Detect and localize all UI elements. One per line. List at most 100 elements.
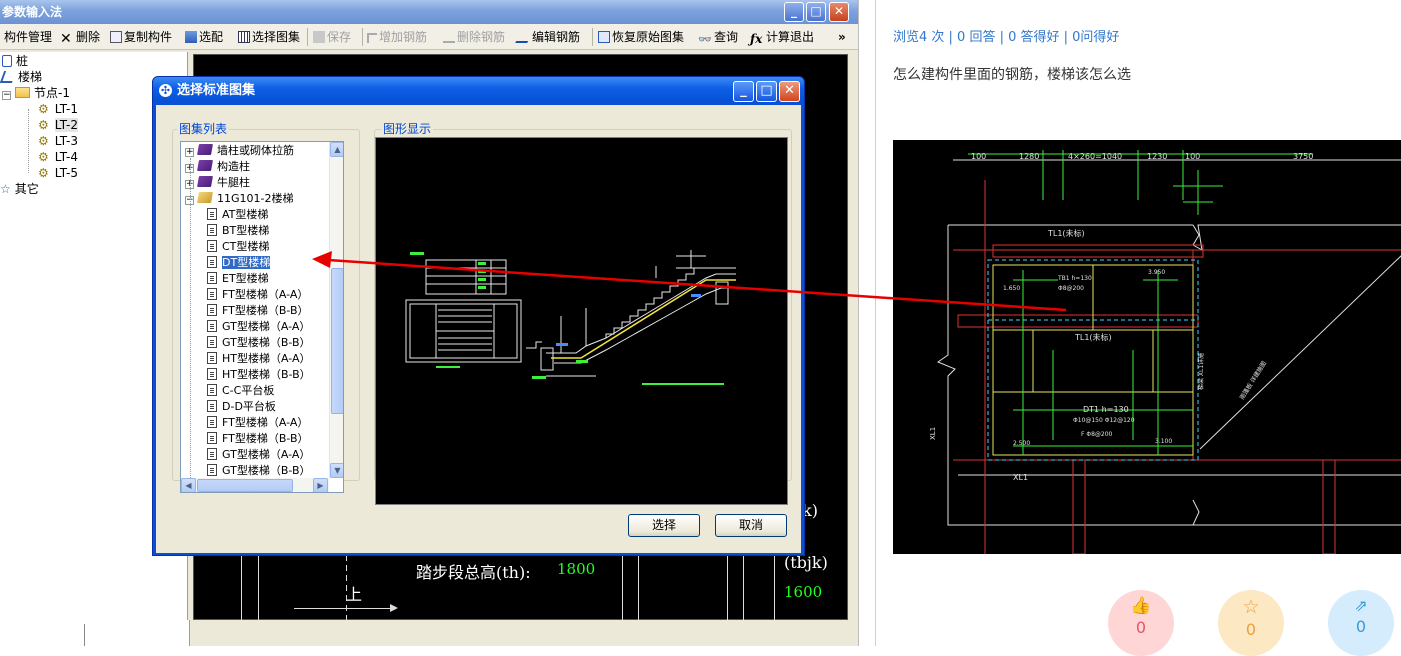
gear-icon: ⚙ [38, 118, 49, 132]
svg-text:TB1 h=130: TB1 h=130 [1057, 275, 1092, 282]
atlas-list-item[interactable]: CT型楼梯 [207, 239, 269, 255]
document-icon [207, 384, 217, 396]
stairs-icon [0, 71, 17, 83]
svg-text:3.100: 3.100 [1155, 438, 1172, 445]
scroll-down-button[interactable]: ▼ [330, 463, 343, 478]
add-rebar-button[interactable]: 增加钢筋 [367, 28, 427, 46]
dim-label: 100 [971, 152, 986, 161]
scroll-thumb[interactable] [197, 479, 293, 492]
list-item-label: FT型楼梯（A-A） [222, 288, 309, 301]
collapse-icon[interactable]: − [2, 91, 11, 100]
list-item-label: 构造柱 [217, 160, 250, 173]
query-button[interactable]: 👓 查询 [698, 28, 738, 46]
gear-icon: ⚙ [38, 134, 49, 148]
document-icon [207, 464, 217, 476]
edit-rebar-button[interactable]: 编辑钢筋 [515, 28, 580, 46]
toolbar-overflow-button[interactable]: » [838, 28, 846, 46]
atlas-list-item[interactable]: FT型楼梯（B-B） [207, 431, 309, 447]
atlas-list-item[interactable]: + 构造柱 [185, 159, 250, 175]
select-atlas-button[interactable]: 选择图集 [238, 28, 300, 46]
atlas-list-item[interactable]: BT型楼梯 [207, 223, 269, 239]
qa-panel: 浏览4 次 | 0 回答 | 0 答得好 | 0问得好 怎么建构件里面的钢筋，楼… [875, 0, 1401, 656]
dialog-close-button[interactable]: ✕ [779, 81, 800, 102]
share-button[interactable]: ⇗ 0 [1328, 590, 1394, 656]
svg-text:梯梁 XL1详施: 梯梁 XL1详施 [1197, 353, 1205, 390]
delete-icon: ✕ [60, 31, 72, 47]
horizontal-scrollbar[interactable]: ◀ ▶ [181, 478, 329, 492]
atlas-list-item[interactable]: FT型楼梯（A-A） [207, 287, 308, 303]
tree-pane-footer [0, 620, 190, 646]
atlas-list-item[interactable]: AT型楼梯 [207, 207, 268, 223]
dialog-maximize-button[interactable]: □ [756, 81, 777, 102]
scroll-thumb[interactable] [331, 268, 343, 414]
question-stats[interactable]: 浏览4 次 | 0 回答 | 0 答得好 | 0问得好 [893, 26, 1119, 45]
select-fit-button[interactable]: 选配 [185, 28, 223, 46]
scroll-left-button[interactable]: ◀ [181, 478, 196, 492]
tree-item-lt[interactable]: ⚙ LT-3 [38, 133, 78, 149]
scroll-up-button[interactable]: ▲ [330, 142, 343, 157]
tree-item-lt[interactable]: ⚙ LT-1 [38, 101, 78, 117]
tree-guide-line [190, 158, 191, 486]
splitter[interactable] [84, 624, 85, 646]
gear-icon: ⚙ [38, 166, 49, 180]
dialog-minimize-button[interactable]: _ [733, 81, 754, 102]
step-height-value[interactable]: 1800 [557, 560, 595, 578]
delete-rebar-button[interactable]: 删除钢筋 [443, 28, 505, 46]
close-button[interactable]: ✕ [829, 2, 849, 22]
document-icon [207, 304, 217, 316]
atlas-list-item[interactable]: GT型楼梯（A-A） [207, 319, 310, 335]
copy-component-button[interactable]: 复制构件 [110, 28, 172, 46]
vertical-scrollbar[interactable]: ▲ ▼ [329, 142, 343, 478]
atlas-list-item[interactable]: + 墙柱或砌体拉筋 [185, 143, 294, 159]
tree-item-lt[interactable]: ⚙ LT-2 [38, 117, 78, 133]
svg-text:1.650: 1.650 [1003, 285, 1020, 292]
atlas-list-item[interactable]: GT型楼梯（B-B） [207, 335, 311, 351]
up-label: 上 [346, 585, 363, 604]
atlas-list-item[interactable]: −11G101-2楼梯 [185, 191, 293, 207]
list-item-label: FT型楼梯（A-A） [222, 416, 309, 429]
tree-item-lt[interactable]: ⚙ LT-5 [38, 165, 78, 181]
select-fit-icon [185, 31, 197, 43]
calc-exit-button[interactable]: ƒx 计算退出 [750, 28, 814, 46]
stair-line [622, 555, 623, 621]
tree-item-stairs[interactable]: 楼梯 [0, 69, 42, 85]
document-icon [207, 256, 217, 268]
atlas-list-item[interactable]: FT型楼梯（B-B） [207, 303, 309, 319]
component-manage-button[interactable]: 构件管理 [4, 28, 52, 46]
select-button[interactable]: 选择 [628, 514, 700, 537]
tree-item-other[interactable]: ☆ 其它 [0, 181, 39, 197]
tree-item-pile[interactable]: 桩 [2, 53, 28, 69]
restore-atlas-button[interactable]: 恢复原始图集 [598, 28, 684, 46]
atlas-list-item[interactable]: C-C平台板 [207, 383, 274, 399]
param-value[interactable]: 1600 [784, 583, 822, 601]
atlas-list-item[interactable]: HT型楼梯（B-B） [207, 367, 311, 383]
atlas-list[interactable]: + 墙柱或砌体拉筋 + 构造柱 + 牛腿柱 −11G101-2楼梯 AT型楼梯 BT型楼梯 CT型… [180, 141, 344, 493]
list-item-label: AT型楼梯 [222, 208, 269, 221]
atlas-list-item-selected[interactable]: DT型楼梯 [207, 255, 272, 271]
cad-drawing: 100 1280 4×260=1040 1230 100 3750 TL1(未标… [929, 150, 1401, 554]
list-item-label: GT型楼梯（B-B） [222, 464, 311, 477]
svg-text:F Φ8@200: F Φ8@200 [1081, 431, 1113, 438]
atlas-list-item[interactable]: GT型楼梯（A-A） [207, 447, 310, 463]
cancel-button[interactable]: 取消 [715, 514, 787, 537]
save-icon [313, 31, 325, 43]
atlas-list-item[interactable]: FT型楼梯（A-A） [207, 415, 308, 431]
expand-icon[interactable]: + [185, 148, 194, 157]
delete-button[interactable]: ✕ 删除 [60, 28, 100, 46]
favorite-button[interactable]: ☆ 0 [1218, 590, 1284, 656]
like-button[interactable]: 👍 0 [1108, 590, 1174, 656]
maximize-button[interactable]: □ [806, 2, 826, 22]
atlas-list-item[interactable]: ET型楼梯 [207, 271, 269, 287]
tree-item-node[interactable]: − 节点-1 [2, 85, 70, 101]
app-titlebar: 参数输入法 [0, 0, 858, 24]
step-height-label: 踏步段总高(th): [416, 563, 531, 582]
atlas-list-item[interactable]: D-D平台板 [207, 399, 276, 415]
minimize-button[interactable]: _ [784, 2, 804, 22]
atlas-list-item[interactable]: + 牛腿柱 [185, 175, 250, 191]
scroll-right-button[interactable]: ▶ [313, 478, 328, 492]
atlas-list-item[interactable]: HT型楼梯（A-A） [207, 351, 311, 367]
tree-item-lt[interactable]: ⚙ LT-4 [38, 149, 78, 165]
atlas-list-item[interactable]: GT型楼梯（B-B） [207, 463, 311, 479]
save-button[interactable]: 保存 [313, 28, 351, 46]
svg-text:Φ8@200: Φ8@200 [1058, 285, 1084, 292]
